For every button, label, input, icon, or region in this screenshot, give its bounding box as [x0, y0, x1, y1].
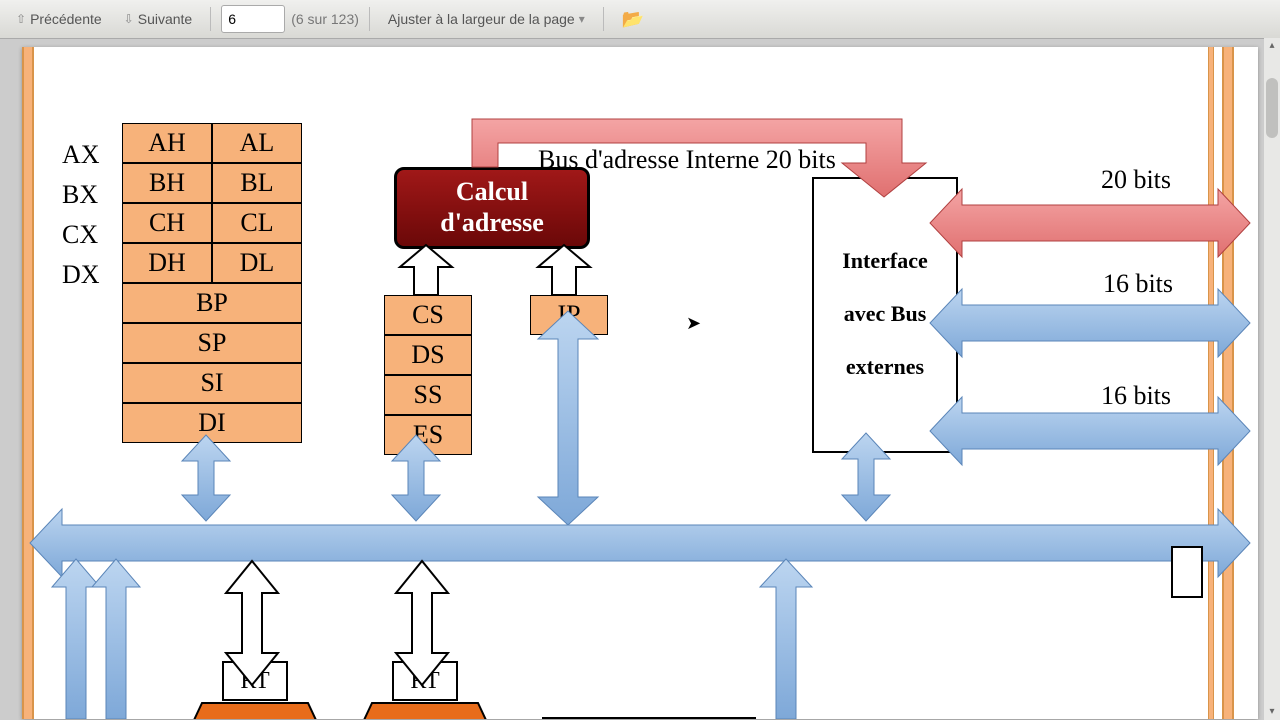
separator — [369, 7, 370, 31]
scroll-down-icon[interactable]: ▾ — [1264, 704, 1280, 720]
ext-ctrl-top: 16 bits — [1058, 269, 1218, 299]
page-border-left — [22, 47, 34, 719]
arrow-up-icon: ⇧ — [16, 12, 26, 26]
folder-icon: 📂 — [622, 9, 644, 30]
next-label: Suivante — [138, 11, 192, 27]
ext-ctrl-main: Bus de contrôle — [1000, 309, 1169, 340]
reg-ss: SS — [384, 375, 472, 415]
page-input[interactable] — [221, 5, 285, 33]
reg-di: DI — [122, 403, 302, 443]
ext-data-top: 16 bits — [1056, 381, 1216, 411]
reg-cl: CL — [212, 203, 302, 243]
calc-l1: Calcul — [397, 176, 587, 207]
reg-es: ES — [384, 415, 472, 455]
scroll-thumb[interactable] — [1266, 78, 1278, 138]
arrow-down-icon: ⇩ — [124, 12, 134, 26]
zoom-select[interactable]: Ajuster à la largeur de la page ▾ — [380, 7, 593, 31]
register-pair-labels: AX BX CX DX — [62, 135, 100, 295]
label-cx: CX — [62, 215, 100, 255]
separator — [603, 7, 604, 31]
codage-block: Codage — [542, 717, 756, 719]
prev-button[interactable]: ⇧ Précédente — [8, 7, 110, 31]
label-ax: AX — [62, 135, 100, 175]
reg-ah: AH — [122, 123, 212, 163]
scrollbar[interactable]: ▴ ▾ — [1264, 38, 1280, 720]
calc-l2: d'adresse — [397, 207, 587, 238]
reg-ch: CH — [122, 203, 212, 243]
pdf-toolbar: ⇧ Précédente ⇩ Suivante (6 sur 123) Ajuste… — [0, 0, 1280, 39]
page-border-right — [1222, 47, 1234, 719]
ext-data-main: Bus de données — [998, 417, 1167, 448]
label-bx: BX — [62, 175, 100, 215]
reg-cs: CS — [384, 295, 472, 335]
iface-l2: avec Bus — [814, 288, 956, 341]
iface-l3: externes — [814, 341, 956, 394]
mouse-cursor-icon: ➤ — [686, 313, 701, 334]
ext-addr-main: Bus d'adresse — [1010, 211, 1157, 242]
separator — [210, 7, 211, 31]
iface-l1: Interface — [814, 235, 956, 288]
reg-si: SI — [122, 363, 302, 403]
segment-register-table: CS DS SS ES — [384, 295, 472, 455]
external-bus-interface: Interface avec Bus externes — [812, 177, 958, 453]
open-button[interactable]: 📂 — [614, 5, 652, 34]
reg-al: AL — [212, 123, 302, 163]
label-dx: DX — [62, 255, 100, 295]
scroll-up-icon[interactable]: ▴ — [1264, 38, 1280, 54]
rt-box-2: RT — [392, 661, 458, 701]
page-count: (6 sur 123) — [291, 11, 359, 27]
prev-label: Précédente — [30, 11, 102, 27]
zoom-label: Ajuster à la largeur de la page — [388, 11, 575, 27]
reg-ip: IP — [530, 295, 608, 335]
reg-dl: DL — [212, 243, 302, 283]
reg-bl: BL — [212, 163, 302, 203]
reg-bp: BP — [122, 283, 302, 323]
chevron-down-icon: ▾ — [579, 12, 585, 26]
rt-box-1: RT — [222, 661, 288, 701]
register-table: AHAL BHBL CHCL DHDL BP SP SI DI — [122, 123, 302, 443]
next-button[interactable]: ⇩ Suivante — [116, 7, 201, 31]
reg-ds: DS — [384, 335, 472, 375]
address-calc-block: Calcul d'adresse — [394, 167, 590, 249]
ext-addr-top: 20 bits — [1056, 165, 1216, 195]
data-bus-internal-label: Bus de données Interne 16 bits — [410, 529, 801, 563]
reg-bh: BH — [122, 163, 212, 203]
page-canvas: AX BX CX DX AHAL BHBL CHCL DHDL BP SP SI… — [22, 47, 1258, 719]
reg-sp: SP — [122, 323, 302, 363]
addr-bus-internal-label: Bus d'adresse Interne 20 bits — [538, 145, 836, 175]
reg-dh: DH — [122, 243, 212, 283]
